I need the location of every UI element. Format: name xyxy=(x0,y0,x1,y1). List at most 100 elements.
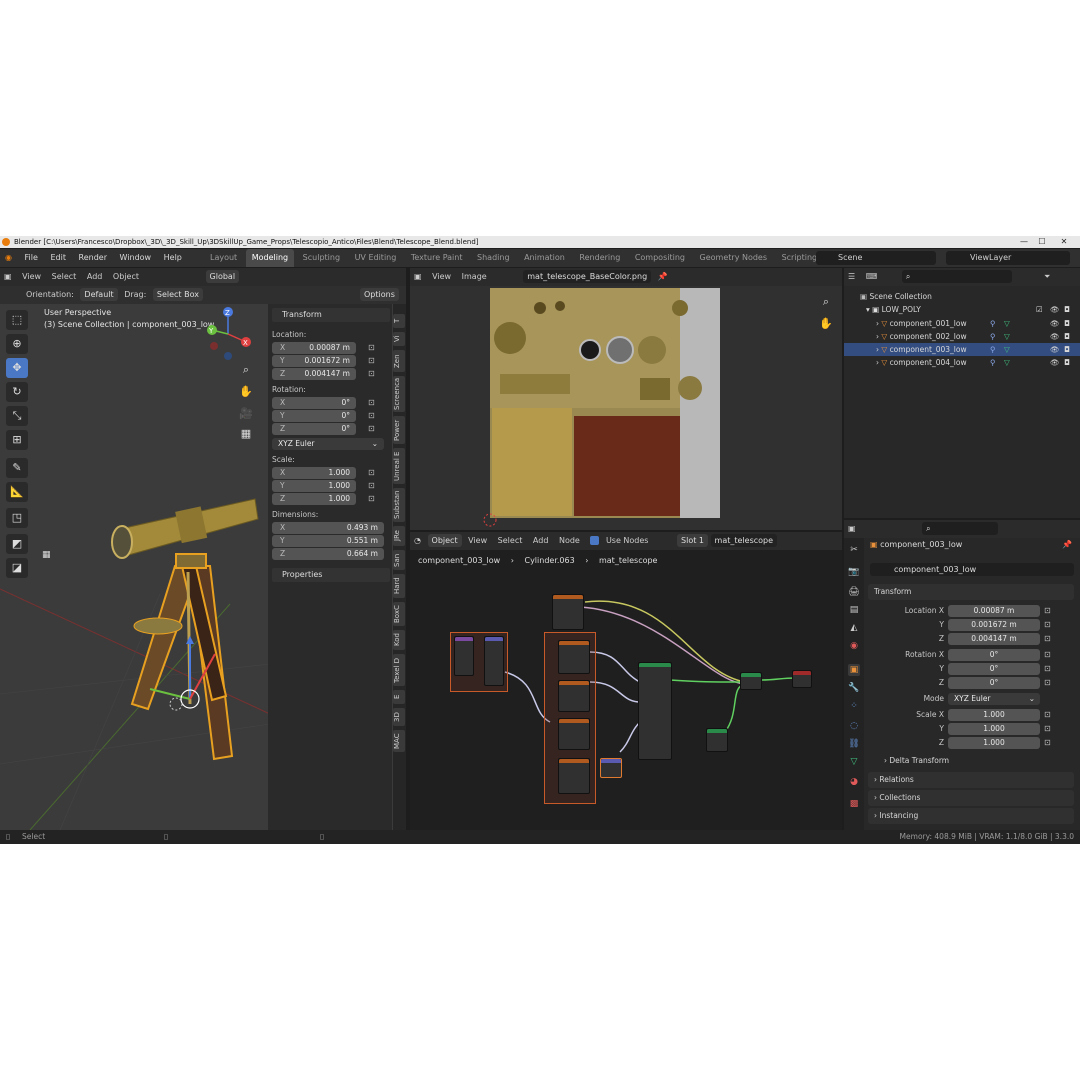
sidebar-tab[interactable]: JRe xyxy=(393,526,405,546)
zoom-icon[interactable]: ⌕ xyxy=(238,362,254,378)
node-menu-select[interactable]: Select xyxy=(494,532,527,550)
modifier-wrench-icon[interactable]: ⚲ xyxy=(990,356,996,369)
image-texture-node[interactable] xyxy=(558,640,590,674)
transform-tool-icon[interactable]: ⊞ xyxy=(6,430,28,450)
viewport-menu-add[interactable]: Add xyxy=(83,268,107,286)
tab-shading[interactable]: Shading xyxy=(471,249,516,267)
location-z-field[interactable]: Z 0.004147 m xyxy=(272,368,356,380)
modifier-wrench-icon[interactable]: ⚲ xyxy=(990,317,996,330)
menu-render[interactable]: Render xyxy=(74,249,112,267)
dimensions-y-field[interactable]: Y 0.551 m xyxy=(272,535,384,547)
menu-help[interactable]: Help xyxy=(159,249,187,267)
shader-node-editor[interactable]: ◔ Object View Select Add Node Use Nodes … xyxy=(410,532,842,830)
view-layer-tab-icon[interactable]: ▤ xyxy=(848,604,860,616)
sidebar-tab[interactable]: T xyxy=(393,314,405,328)
scale-x-field[interactable]: 1.000 xyxy=(948,709,1040,721)
measure-tool-icon[interactable]: 📐 xyxy=(6,482,28,502)
view-layer-selector[interactable]: ViewLayer xyxy=(946,251,1070,265)
lock-icon[interactable]: ⊡ xyxy=(368,412,376,420)
scene-tab-icon[interactable]: ◭ xyxy=(848,622,860,634)
lock-icon[interactable]: ⊡ xyxy=(368,357,376,365)
camera-icon[interactable]: ◘ xyxy=(1064,343,1070,356)
grid-view-icon[interactable]: ▦ xyxy=(238,426,254,442)
uv-tool-icon[interactable]: ◪ xyxy=(6,558,28,578)
tab-geometry-nodes[interactable]: Geometry Nodes xyxy=(694,249,773,267)
modifier-wrench-icon[interactable]: ⚲ xyxy=(990,330,996,343)
dimensions-z-field[interactable]: Z 0.664 m xyxy=(272,548,384,560)
location-z-field[interactable]: 0.004147 m xyxy=(948,633,1040,645)
rotation-mode-dropdown[interactable]: XYZ Euler ⌄ xyxy=(272,438,384,450)
pan-hand-icon[interactable]: ✋ xyxy=(238,384,254,400)
mapping-node[interactable] xyxy=(484,636,504,686)
location-y-field[interactable]: Y 0.001672 m xyxy=(272,355,356,367)
move-tool-icon[interactable]: ✥ xyxy=(6,358,28,378)
tab-modeling[interactable]: Modeling xyxy=(245,249,295,267)
drag-dropdown[interactable]: Select Box xyxy=(152,288,203,301)
scale-z-field[interactable]: Z 1.000 xyxy=(272,493,356,505)
rotation-mode-dropdown[interactable]: XYZ Euler ⌄ xyxy=(948,693,1040,705)
node-menu-add[interactable]: Add xyxy=(529,532,553,550)
sidebar-tab[interactable]: Power xyxy=(393,416,405,444)
transform-section-header[interactable]: Transform xyxy=(868,584,1074,600)
expand-arrow-icon[interactable]: › xyxy=(876,319,879,328)
instancing-section-header[interactable]: › Instancing xyxy=(868,808,1074,824)
sidebar-tab[interactable]: E xyxy=(393,690,405,704)
camera-icon[interactable]: ◘ xyxy=(1064,330,1070,343)
mesh-data-icon[interactable]: ▽ xyxy=(1004,356,1010,369)
constraints-tab-icon[interactable]: ⛓ xyxy=(848,738,860,750)
3d-viewport[interactable]: ▣ View Select Add Object Global Orientat… xyxy=(0,268,406,830)
rotation-x-field[interactable]: 0° xyxy=(948,649,1040,661)
eye-icon[interactable]: 👁 xyxy=(1050,343,1060,356)
tab-texture-paint[interactable]: Texture Paint xyxy=(405,249,469,267)
lock-icon[interactable]: ⊡ xyxy=(368,482,376,490)
location-x-field[interactable]: 0.00087 m xyxy=(948,605,1040,617)
image-editor[interactable]: ▣ View Image mat_telescope_BaseColor.png… xyxy=(410,268,842,530)
scale-y-field[interactable]: Y 1.000 xyxy=(272,480,356,492)
lock-icon[interactable]: ⊡ xyxy=(1044,679,1052,687)
use-nodes-checkbox[interactable]: Use Nodes xyxy=(586,532,656,550)
lock-icon[interactable]: ⊡ xyxy=(1044,607,1052,615)
add-cube-tool-icon[interactable]: ◳ xyxy=(6,508,28,528)
location-x-field[interactable]: X 0.00087 m xyxy=(272,342,356,354)
delta-transform-subpanel[interactable]: › Delta Transform xyxy=(884,756,949,765)
navigation-gizmo[interactable]: Z X Y xyxy=(200,306,256,362)
image-menu-image[interactable]: Image xyxy=(458,268,491,286)
telescope-model[interactable] xyxy=(111,498,259,761)
menu-edit[interactable]: Edit xyxy=(45,249,71,267)
tab-animation[interactable]: Animation xyxy=(518,249,571,267)
rotation-z-field[interactable]: Z 0° xyxy=(272,423,356,435)
lock-icon[interactable]: ⊡ xyxy=(368,344,376,352)
display-mode-icon[interactable]: ⌨ xyxy=(862,268,882,286)
mesh-data-icon[interactable]: ▽ xyxy=(1004,330,1010,343)
viewport-menu-view[interactable]: View xyxy=(18,268,45,286)
blender-menu-icon[interactable]: ◉ xyxy=(0,249,17,267)
tab-compositing[interactable]: Compositing xyxy=(629,249,691,267)
outliner-item[interactable]: › ▽ component_004_low ⚲ ▽ 👁 ◘ xyxy=(844,356,1080,369)
outliner-item[interactable]: › ▽ component_001_low ⚲ ▽ 👁 ◘ xyxy=(844,317,1080,330)
image-menu-view[interactable]: View xyxy=(428,268,455,286)
modifier-tab-icon[interactable]: 🔧 xyxy=(848,682,860,694)
rotate-tool-icon[interactable]: ↻ xyxy=(6,382,28,402)
sidebar-tab[interactable]: Screenca xyxy=(393,376,405,412)
collections-section-header[interactable]: › Collections xyxy=(868,790,1074,806)
sidebar-tab[interactable]: Vi xyxy=(393,332,405,346)
editor-type-icon[interactable]: ◔ xyxy=(410,532,425,550)
minimize-button[interactable]: — xyxy=(1014,236,1034,248)
expand-arrow-icon[interactable]: › xyxy=(876,332,879,341)
physics-tab-icon[interactable]: ◌ xyxy=(848,720,860,732)
properties-search-input[interactable]: ⌕ xyxy=(922,522,999,535)
scene-selector[interactable]: Scene xyxy=(816,251,936,265)
camera-icon[interactable]: ◘ xyxy=(1064,356,1070,369)
pin-icon[interactable]: 📌 xyxy=(654,268,672,286)
mix-shader-node[interactable] xyxy=(740,672,762,690)
scale-z-field[interactable]: 1.000 xyxy=(948,737,1040,749)
relations-section-header[interactable]: › Relations xyxy=(868,772,1074,788)
output-tab-icon[interactable]: 🖨 xyxy=(848,586,860,598)
lock-icon[interactable]: ⊡ xyxy=(368,370,376,378)
modifier-wrench-icon[interactable]: ⚲ xyxy=(990,343,996,356)
rotation-y-field[interactable]: 0° xyxy=(948,663,1040,675)
viewport-menu-select[interactable]: Select xyxy=(48,268,81,286)
eye-icon[interactable]: 👁 xyxy=(1050,303,1060,316)
scale-tool-icon[interactable]: ⤡ xyxy=(6,406,28,426)
lock-icon[interactable]: ⊡ xyxy=(1044,651,1052,659)
